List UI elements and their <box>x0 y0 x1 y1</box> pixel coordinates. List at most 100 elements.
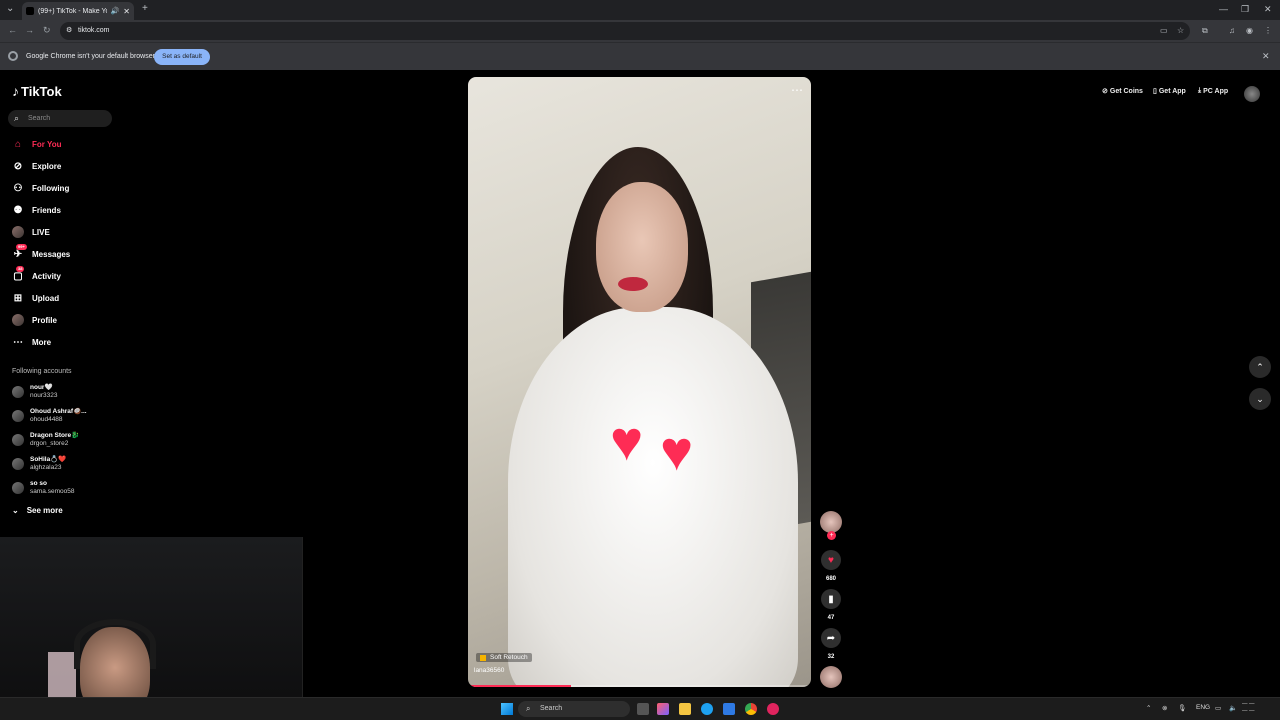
new-tab-icon[interactable]: + <box>142 3 148 14</box>
tray-chevron-icon[interactable]: ⌃ <box>1146 704 1151 712</box>
infobar-message: Google Chrome isn't your default browser <box>26 53 155 60</box>
following-account[interactable]: Dragon Store🐉 drgon_store2 <box>12 430 79 450</box>
share-button[interactable]: ➦ <box>821 628 841 648</box>
chrome-icon[interactable] <box>745 703 757 715</box>
save-button[interactable]: ▮ <box>821 589 841 609</box>
url-text: tiktok.com <box>78 27 110 34</box>
pc-app-button[interactable]: ⤓ PC App <box>1198 87 1228 95</box>
nav-label: Upload <box>32 293 60 303</box>
account-handle: nour3323 <box>30 392 58 399</box>
default-browser-infobar: Google Chrome isn't your default browser… <box>0 42 1280 70</box>
tab-close-icon[interactable]: ✕ <box>123 7 130 16</box>
edge-icon[interactable] <box>701 703 713 715</box>
following-account[interactable]: Ohoud Ashraf🥥... ohoud4488 <box>12 406 87 426</box>
pc-app-label: PC App <box>1203 87 1229 95</box>
logo-text: TikTok <box>21 83 62 99</box>
share-count: 32 <box>827 654 835 660</box>
next-video-button[interactable]: ⌄ <box>1249 388 1271 410</box>
browser-tab[interactable]: (99+) TikTok - Make Your D 🔊 ✕ <box>22 2 134 20</box>
tab-audio-icon: 🔊 <box>110 8 120 15</box>
following-accounts-title: Following accounts <box>12 368 72 375</box>
nav-friends[interactable]: ⚉ Friends <box>12 202 61 218</box>
display-icon[interactable]: ▭ <box>1215 704 1221 712</box>
restore-icon[interactable]: ❐ <box>1241 4 1249 15</box>
nav-live[interactable]: LIVE <box>12 224 50 240</box>
store-icon[interactable] <box>723 703 735 715</box>
tiktok-logo[interactable]: ♪ TikTok <box>12 83 62 99</box>
language-indicator[interactable]: ENG <box>1196 704 1210 711</box>
video-player[interactable]: ♥ ♥ ⋯ Soft Retouch lana36560 <box>468 77 811 687</box>
video-username[interactable]: lana36560 <box>474 667 504 674</box>
nav-following[interactable]: ⚇ Following <box>12 180 70 196</box>
effect-tag[interactable]: Soft Retouch <box>476 653 532 662</box>
set-default-button[interactable]: Set as default <box>154 49 210 65</box>
creator-avatar[interactable] <box>820 511 842 533</box>
nav-explore[interactable]: ⊘ Explore <box>12 158 62 174</box>
chrome-menu-icon[interactable]: ⋮ <box>1264 26 1272 35</box>
infobar-close-icon[interactable]: ✕ <box>1262 51 1270 62</box>
taskbar-search[interactable]: ⌕ Search <box>518 701 630 717</box>
nav-more[interactable]: ⋯ More <box>12 334 51 350</box>
webcam-overlay <box>0 537 303 720</box>
effect-icon <box>480 654 486 661</box>
get-app-button[interactable]: ▯ Get App <box>1153 87 1186 96</box>
progress-fill <box>468 685 571 687</box>
chrome-logo-icon <box>8 51 18 61</box>
windows-start-icon[interactable] <box>501 703 513 715</box>
nav-profile[interactable]: Profile <box>12 312 57 328</box>
nav-for-you[interactable]: ⌂ For You <box>12 136 62 152</box>
like-button[interactable]: ♥ <box>821 550 841 570</box>
obs-icon[interactable] <box>767 703 779 715</box>
file-explorer-icon[interactable] <box>679 703 691 715</box>
minimize-icon[interactable]: — <box>1219 4 1228 14</box>
mic-icon[interactable]: 🎙 <box>1178 704 1186 712</box>
home-icon: ⌂ <box>14 138 22 150</box>
following-account[interactable]: SoHila💍❤️ alghzala23 <box>12 454 66 474</box>
nav-messages[interactable]: ✈ 99+ Messages <box>12 244 70 262</box>
like-count: 680 <box>825 576 836 582</box>
nav-activity[interactable]: ▢ 38 Activity <box>12 266 61 284</box>
message-icon: ✈ 99+ <box>13 244 27 260</box>
install-app-icon[interactable]: ▭ <box>1160 26 1168 35</box>
music-disc-avatar[interactable] <box>820 666 842 688</box>
profile-avatar <box>12 314 24 326</box>
back-icon[interactable]: ← <box>8 25 17 35</box>
see-more-button[interactable]: ⌄ See more <box>12 506 63 515</box>
follow-plus-icon[interactable]: + <box>827 531 836 540</box>
nav-label: Following <box>32 183 70 193</box>
download-icon: ⤓ <box>1198 87 1202 94</box>
address-bar[interactable]: ⚙ tiktok.com <box>60 22 1190 40</box>
task-view-icon[interactable] <box>637 703 649 715</box>
video-subject-face <box>596 182 688 312</box>
activity-icon: ▢ 38 <box>13 266 25 282</box>
bookmark-star-icon[interactable]: ☆ <box>1177 26 1184 35</box>
following-account[interactable]: so so sama.semoo58 <box>12 478 74 498</box>
window-close-icon[interactable]: ✕ <box>1264 4 1272 15</box>
reload-icon[interactable]: ↻ <box>43 25 51 36</box>
prev-video-button[interactable]: ⌃ <box>1249 356 1271 378</box>
account-name: so so <box>30 480 47 487</box>
tab-title: (99+) TikTok - Make Your D <box>38 7 107 15</box>
volume-icon[interactable]: 🔈 <box>1229 704 1237 712</box>
nav-upload[interactable]: ⊞ Upload <box>12 290 59 306</box>
account-handle: sama.semoo58 <box>30 488 75 495</box>
extensions-icon[interactable]: ⧉ <box>1202 26 1208 36</box>
system-clock[interactable]: — — — — <box>1242 701 1255 715</box>
phone-icon: ▯ <box>1153 88 1157 95</box>
save-count: 47 <box>827 615 835 621</box>
network-icon[interactable]: ⊗ <box>1162 704 1167 712</box>
video-more-icon[interactable]: ⋯ <box>791 83 803 97</box>
profile-avatar[interactable] <box>1244 86 1260 102</box>
bookmark-icon: ▮ <box>828 593 834 605</box>
media-icon[interactable]: ♫ <box>1229 26 1235 35</box>
get-coins-button[interactable]: ⊘ Get Coins <box>1102 87 1143 96</box>
following-account[interactable]: nour🤍 nour3323 <box>12 382 57 402</box>
copilot-icon[interactable] <box>657 703 669 715</box>
account-icon[interactable]: ◉ <box>1246 26 1253 35</box>
site-info-icon[interactable]: ⚙ <box>66 22 72 40</box>
forward-icon[interactable]: → <box>25 25 34 35</box>
account-handle: drgon_store2 <box>30 440 69 447</box>
video-progress-bar[interactable] <box>468 685 811 687</box>
tab-search-icon[interactable]: ⌄ <box>6 3 14 14</box>
search-input[interactable]: ⌕ Search <box>8 110 112 127</box>
